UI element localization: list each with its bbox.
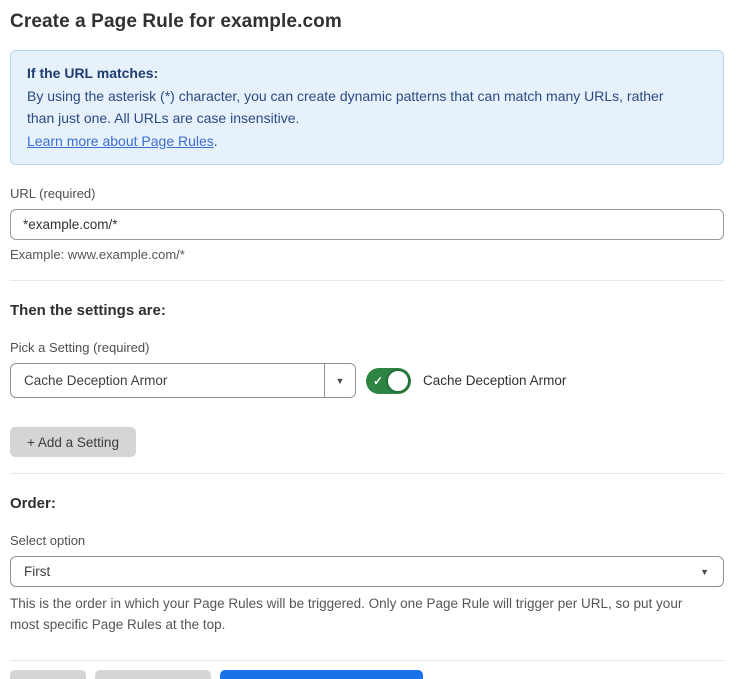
setting-picker-label: Pick a Setting (required) [10,340,724,355]
add-setting-button[interactable]: + Add a Setting [10,427,136,457]
order-select-label: Select option [10,533,724,548]
url-match-info-box: If the URL matches: By using the asteris… [10,50,724,165]
setting-select-value: Cache Deception Armor [11,364,324,397]
url-example-helper: Example: www.example.com/* [10,247,724,262]
chevron-down-icon: ▼ [336,376,345,386]
info-box-body: By using the asterisk (*) character, you… [27,85,687,130]
url-field-label: URL (required) [10,186,724,201]
save-as-draft-button[interactable]: Save as Draft [95,670,211,679]
learn-more-link[interactable]: Learn more about Page Rules [27,133,214,149]
info-box-heading: If the URL matches: [27,62,707,85]
setting-row: Cache Deception Armor ▼ ✓ Cache Deceptio… [10,363,724,398]
setting-toggle-wrap: ✓ Cache Deception Armor [366,368,566,394]
order-section-heading: Order: [10,495,724,512]
check-icon: ✓ [373,374,383,386]
order-helper-text: This is the order in which your Page Rul… [10,594,710,635]
divider [10,473,724,474]
cache-deception-armor-toggle[interactable]: ✓ [366,368,411,394]
settings-section-heading: Then the settings are: [10,302,724,319]
divider [10,660,724,661]
info-box-link-line: Learn more about Page Rules. [27,130,707,153]
setting-select-arrow-cell[interactable]: ▼ [324,364,355,397]
cancel-button[interactable]: Cancel [10,670,86,679]
link-suffix: . [214,133,218,149]
toggle-label: Cache Deception Armor [423,373,566,388]
page-title: Create a Page Rule for example.com [10,11,724,33]
toggle-knob [386,369,410,393]
footer-actions: Cancel Save as Draft Save and Deploy Pag… [10,670,724,679]
save-and-deploy-button[interactable]: Save and Deploy Page Rule [220,670,424,679]
divider [10,280,724,281]
create-page-rule-panel: Create a Page Rule for example.com If th… [0,0,750,679]
url-input[interactable] [10,209,724,240]
order-select[interactable]: First ▼ [10,556,724,587]
setting-select[interactable]: Cache Deception Armor ▼ [10,363,356,398]
order-select-value: First [24,564,700,579]
chevron-down-icon: ▼ [700,567,711,577]
